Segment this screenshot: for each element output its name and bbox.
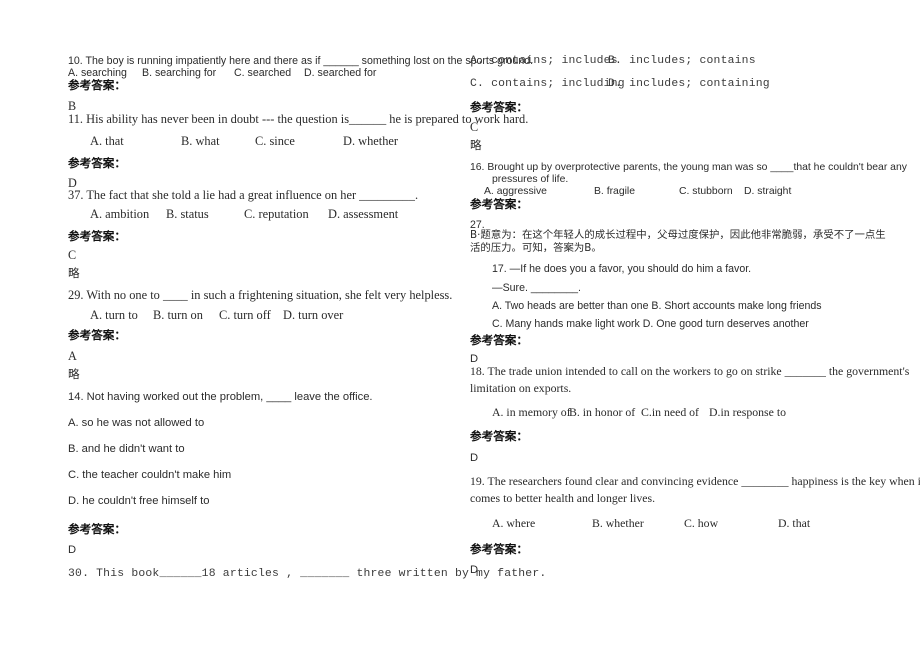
answer-note-q15: 略 bbox=[470, 138, 482, 152]
answer-value-q14: D bbox=[68, 544, 77, 556]
question-37-stem: 37. The fact that she told a lie had a g… bbox=[68, 188, 419, 202]
question-11-stem: 11. His ability has never been in doubt … bbox=[68, 112, 529, 126]
option-b[interactable]: B. in honor of bbox=[569, 405, 641, 420]
answer-value-q37: C bbox=[68, 248, 77, 262]
answer-label-q10: 参考答案： bbox=[68, 78, 126, 92]
option-c[interactable]: C. stubborn bbox=[679, 186, 744, 197]
question-18-options: A. in memory of B. in honor of C.in need… bbox=[470, 405, 884, 420]
option-c[interactable]: C. how bbox=[684, 516, 778, 531]
option-d[interactable]: D. includes; containing bbox=[608, 78, 770, 90]
question-16-options: A. aggressive B. fragile C. stubborn D. … bbox=[470, 186, 876, 197]
question-17-reply: —Sure. ________. bbox=[492, 282, 581, 294]
answer-label-q11: 参考答案： bbox=[68, 156, 126, 170]
option-c[interactable]: C. contains; including bbox=[470, 78, 625, 90]
explanation-line-1-q16: B·题意为：在这个年轻人的成长过程中，父母过度保护，因此他非常脆弱，承受不了一点… bbox=[470, 229, 886, 241]
option-b[interactable]: B. turn on bbox=[153, 308, 219, 323]
question-29-stem: 29. With no one to ____ in such a fright… bbox=[68, 288, 453, 302]
question-17-options-row-1[interactable]: A. Two heads are better than one B. Shor… bbox=[470, 300, 822, 312]
question-15-options-row-1: A. contains; includes B. includes; conta… bbox=[470, 55, 862, 67]
option-d[interactable]: D. straight bbox=[744, 186, 791, 197]
question-17-options-row-2[interactable]: C. Many hands make light work D. One goo… bbox=[470, 318, 809, 330]
question-14-option-c[interactable]: C. the teacher couldn't make him bbox=[68, 469, 231, 482]
answer-value-q19: D bbox=[470, 564, 479, 576]
answer-value-q29: A bbox=[68, 349, 77, 363]
option-a[interactable]: A. where bbox=[492, 516, 592, 531]
answer-label-q29: 参考答案： bbox=[68, 328, 126, 342]
option-c[interactable]: C. reputation bbox=[244, 207, 328, 222]
answer-label-q17: 参考答案： bbox=[470, 333, 528, 347]
question-19-stem-line-1: 19. The researchers found clear and conv… bbox=[470, 474, 920, 488]
option-d[interactable]: D. assessment bbox=[328, 207, 398, 222]
question-16-stem-line-1: 16. Brought up by overprotective parents… bbox=[470, 162, 907, 173]
question-14-option-a[interactable]: A. so he was not allowed to bbox=[68, 417, 204, 430]
option-d[interactable]: D. searched for bbox=[304, 67, 376, 79]
question-14-option-d[interactable]: D. he couldn't free himself to bbox=[68, 495, 209, 508]
option-a[interactable]: A. contains; includes bbox=[470, 55, 618, 67]
answer-note-q29: 略 bbox=[68, 367, 80, 381]
answer-label-q37: 参考答案： bbox=[68, 229, 126, 243]
option-a[interactable]: A. turn to bbox=[90, 308, 153, 323]
question-16-stem-line-2: pressures of life. bbox=[492, 174, 569, 185]
option-b[interactable]: B. whether bbox=[592, 516, 684, 531]
question-19-options: A. where B. whether C. how D. that bbox=[470, 516, 884, 531]
option-a[interactable]: A. that bbox=[90, 134, 181, 149]
question-14-stem: 14. Not having worked out the problem, _… bbox=[68, 391, 373, 403]
question-18-stem-line-1: 18. The trade union intended to call on … bbox=[470, 364, 910, 378]
answer-value-q10: B bbox=[68, 99, 77, 113]
question-15-options-row-2: C. contains; including D. includes; cont… bbox=[470, 78, 862, 90]
question-37-options: A. ambition B. status C. reputation D. a… bbox=[68, 207, 482, 222]
answer-label-q15: 参考答案： bbox=[470, 100, 528, 114]
option-b[interactable]: B. status bbox=[166, 207, 244, 222]
option-c[interactable]: C. turn off bbox=[219, 308, 283, 323]
answer-label-q16: 参考答案： bbox=[470, 197, 528, 211]
explanation-line-2-q16: 活的压力。可知，答案为B。 bbox=[470, 242, 602, 254]
question-10-options: A. searching B. searching for C. searche… bbox=[68, 67, 460, 79]
answer-label-q14: 参考答案： bbox=[68, 522, 126, 536]
question-18-stem-line-2: limitation on exports. bbox=[470, 381, 572, 395]
option-c[interactable]: C. searched bbox=[234, 67, 304, 79]
option-a[interactable]: A. in memory of bbox=[492, 405, 571, 420]
option-a[interactable]: A. ambition bbox=[90, 207, 166, 222]
option-b[interactable]: B. searching for bbox=[142, 67, 234, 79]
option-c[interactable]: C.in need of bbox=[641, 405, 709, 420]
option-b[interactable]: B. fragile bbox=[594, 186, 679, 197]
document-page: 10. The boy is running impatiently here … bbox=[0, 0, 920, 651]
question-11-options: A. that B. what C. since D. whether bbox=[68, 134, 482, 149]
answer-value-q18: D bbox=[470, 452, 479, 464]
option-a[interactable]: A. aggressive bbox=[484, 186, 594, 197]
answer-label-q18: 参考答案： bbox=[470, 429, 528, 443]
question-29-options: A. turn to B. turn on C. turn off D. tur… bbox=[68, 308, 482, 323]
answer-note-q37: 略 bbox=[68, 266, 80, 280]
question-19-stem-line-2: comes to better health and longer lives. bbox=[470, 491, 656, 505]
question-17-stem: 17. —If he does you a favor, you should … bbox=[492, 263, 752, 275]
option-d[interactable]: D. that bbox=[778, 516, 810, 531]
question-10-stem: 10. The boy is running impatiently here … bbox=[68, 55, 534, 67]
answer-value-q15: C bbox=[470, 120, 479, 134]
option-b[interactable]: B. includes; contains bbox=[608, 55, 756, 67]
option-b[interactable]: B. what bbox=[181, 134, 255, 149]
option-d[interactable]: D.in response to bbox=[709, 405, 786, 420]
option-d[interactable]: D. whether bbox=[343, 134, 398, 149]
option-d[interactable]: D. turn over bbox=[283, 308, 343, 323]
answer-label-q19: 参考答案： bbox=[470, 542, 528, 556]
option-c[interactable]: C. since bbox=[255, 134, 343, 149]
question-14-option-b[interactable]: B. and he didn't want to bbox=[68, 443, 185, 456]
